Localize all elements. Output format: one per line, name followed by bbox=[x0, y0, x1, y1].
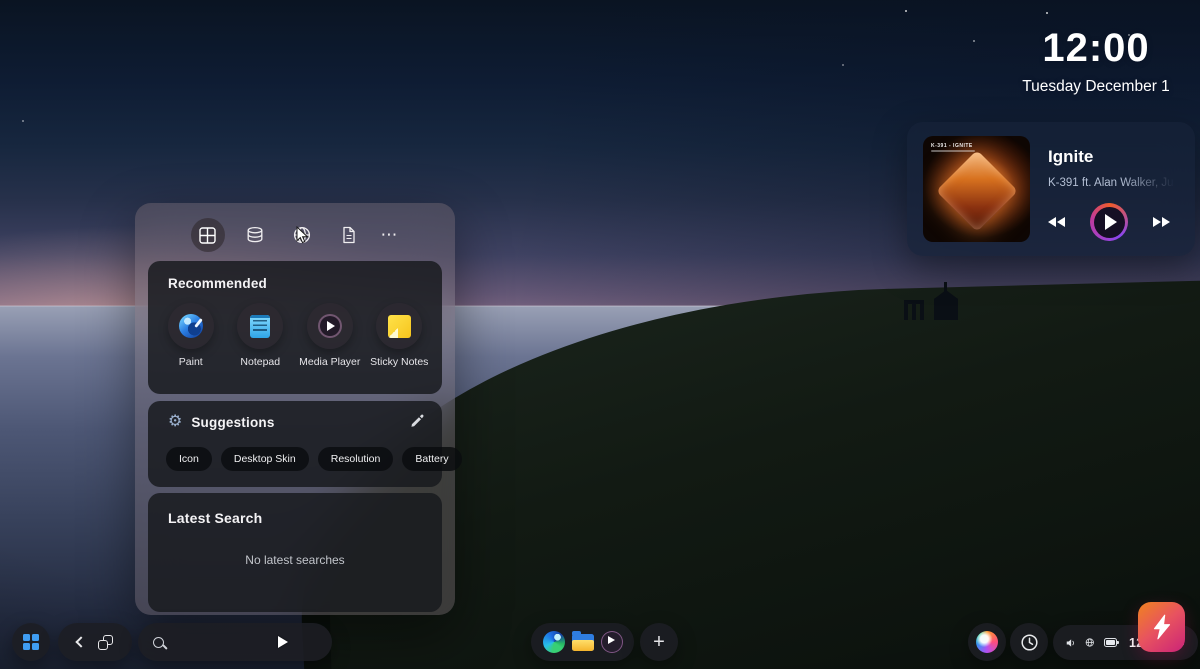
chip-icon[interactable]: Icon bbox=[166, 447, 212, 471]
recommended-title: Recommended bbox=[168, 276, 267, 291]
app-label: Paint bbox=[179, 356, 203, 368]
app-paint[interactable]: Paint bbox=[158, 303, 224, 368]
chip-desktop-skin[interactable]: Desktop Skin bbox=[221, 447, 309, 471]
track-artist: K-391 ft. Alan Walker, Jul bbox=[1048, 177, 1180, 189]
app-media-player[interactable]: Media Player bbox=[297, 303, 363, 368]
tab-stacks[interactable] bbox=[238, 218, 272, 252]
clock-date: Tuesday December 1 bbox=[986, 78, 1200, 96]
star bbox=[1046, 12, 1048, 14]
add-pin-button[interactable]: + bbox=[640, 623, 678, 661]
file-explorer-icon[interactable] bbox=[572, 634, 594, 651]
play-icon bbox=[1105, 214, 1117, 230]
play-button[interactable] bbox=[1090, 203, 1128, 241]
chapel-silhouette bbox=[898, 282, 982, 328]
grid-icon bbox=[198, 226, 217, 245]
media-player-taskbar-icon[interactable] bbox=[601, 631, 623, 653]
playback-controls bbox=[1048, 202, 1170, 242]
search-cursor-icon bbox=[278, 636, 288, 648]
tab-more[interactable]: ⋯ bbox=[379, 230, 400, 240]
pencil-icon bbox=[409, 414, 424, 429]
latest-search-empty-message: No latest searches bbox=[148, 553, 442, 567]
copilot-button[interactable] bbox=[968, 623, 1006, 661]
star bbox=[905, 10, 907, 12]
latest-search-section: Latest Search No latest searches bbox=[148, 493, 442, 612]
previous-track-icon[interactable] bbox=[1048, 217, 1065, 227]
clock-widget: 12:00 Tuesday December 1 bbox=[986, 26, 1200, 96]
suggestions-title: Suggestions bbox=[191, 415, 274, 430]
paint-icon bbox=[179, 314, 203, 338]
task-view-icon[interactable] bbox=[98, 635, 113, 650]
clock-time: 12:00 bbox=[986, 26, 1200, 71]
edit-suggestions-button[interactable] bbox=[409, 414, 424, 434]
media-player-icon bbox=[318, 314, 342, 338]
album-diamond-art bbox=[935, 150, 1017, 232]
search-bar[interactable] bbox=[138, 623, 332, 661]
chip-resolution[interactable]: Resolution bbox=[318, 447, 394, 471]
edge-browser-icon[interactable] bbox=[543, 631, 565, 653]
mouse-cursor bbox=[295, 226, 310, 250]
recommended-section: Recommended Paint Notepad Media Player S… bbox=[148, 261, 442, 394]
app-label: Notepad bbox=[240, 356, 280, 368]
ruin-silhouette bbox=[904, 300, 924, 320]
chip-battery[interactable]: Battery bbox=[402, 447, 461, 471]
windows-logo-icon bbox=[23, 634, 39, 650]
suggestions-section: ⚙ Suggestions Icon Desktop Skin Resoluti… bbox=[148, 401, 442, 487]
lightning-bolt-icon bbox=[1149, 613, 1175, 641]
search-icon bbox=[153, 637, 164, 648]
app-label: Media Player bbox=[299, 356, 360, 368]
battery-icon[interactable] bbox=[1104, 638, 1117, 647]
track-title: Ignite bbox=[1048, 147, 1093, 167]
start-button[interactable] bbox=[12, 623, 50, 661]
suggestion-chips: Icon Desktop Skin Resolution Battery bbox=[166, 447, 462, 471]
app-notepad[interactable]: Notepad bbox=[227, 303, 293, 368]
notepad-icon bbox=[250, 315, 270, 338]
album-sublabel-bar bbox=[931, 150, 975, 152]
app-sticky-notes[interactable]: Sticky Notes bbox=[366, 303, 432, 368]
album-label: K-391 - IGNITE bbox=[931, 143, 973, 149]
star bbox=[22, 120, 24, 122]
latest-search-title: Latest Search bbox=[168, 510, 262, 526]
layers-icon bbox=[245, 226, 265, 244]
album-art: K-391 - IGNITE bbox=[923, 136, 1030, 242]
recommended-apps: Paint Notepad Media Player Sticky Notes bbox=[156, 303, 434, 368]
plus-icon: + bbox=[653, 631, 665, 654]
start-menu-panel: ⋯ Recommended Paint Notepad Media Player… bbox=[135, 203, 455, 615]
sticky-notes-icon bbox=[388, 315, 411, 338]
ellipsis-icon: ⋯ bbox=[381, 225, 398, 244]
clock-history-icon bbox=[1020, 633, 1039, 652]
brand-logo bbox=[1138, 602, 1185, 652]
music-widget: K-391 - IGNITE Ignite K-391 ft. Alan Wal… bbox=[907, 122, 1195, 256]
next-track-icon[interactable] bbox=[1153, 217, 1170, 227]
copilot-icon bbox=[976, 631, 998, 653]
back-icon[interactable] bbox=[75, 636, 86, 647]
star bbox=[973, 40, 975, 42]
history-button[interactable] bbox=[1010, 623, 1048, 661]
tab-pinned-apps[interactable] bbox=[191, 218, 225, 252]
volume-icon[interactable] bbox=[1066, 637, 1076, 649]
app-label: Sticky Notes bbox=[370, 356, 428, 368]
star bbox=[842, 64, 844, 66]
network-globe-icon[interactable] bbox=[1085, 636, 1095, 649]
gear-icon: ⚙ bbox=[168, 414, 182, 430]
tab-documents[interactable] bbox=[332, 218, 366, 252]
document-icon bbox=[341, 226, 357, 244]
nav-pill bbox=[58, 623, 132, 661]
pinned-taskbar-apps bbox=[531, 623, 634, 661]
